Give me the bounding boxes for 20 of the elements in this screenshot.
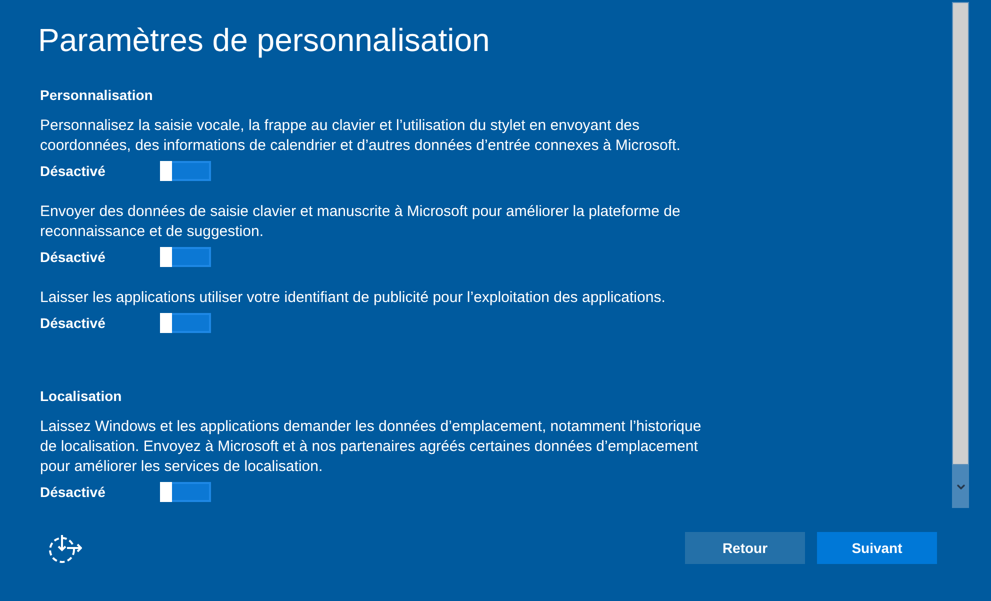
toggle-switch[interactable]	[160, 247, 211, 267]
dashed-circle-arrows-icon[interactable]	[48, 534, 82, 562]
scrollbar-thumb[interactable]	[952, 2, 969, 465]
toggle-state-label: Désactivé	[40, 248, 106, 267]
toggle-switch[interactable]	[160, 313, 211, 333]
toggle-state-label: Désactivé	[40, 314, 106, 333]
setting-description: Laisser les applications utiliser votre identifiant de publicité pour l’exploitation des applications.	[40, 288, 666, 308]
toggle-switch[interactable]	[160, 161, 211, 181]
next-button[interactable]: Suivant	[817, 532, 937, 564]
page-title: Paramètres de personnalisation	[38, 21, 490, 60]
setting-description: Envoyer des données de saisie clavier et manuscrite à Microsoft pour améliorer la plateforme de reconnaissance et de suggestion.	[40, 202, 682, 242]
section-heading: Localisation	[40, 387, 122, 406]
scroll-down-button[interactable]	[952, 465, 969, 508]
setting-description: Personnalisez la saisie vocale, la frappe au clavier et l’utilisation du stylet en envoyant des coordonnées, des informations de calendrier et d’autres données d’entrée connexes à Microsoft.	[40, 116, 682, 156]
section-heading: Personnalisation	[40, 86, 153, 105]
back-button[interactable]: Retour	[685, 532, 805, 564]
toggle-state-label: Désactivé	[40, 483, 106, 502]
toggle-state-label: Désactivé	[40, 162, 106, 181]
setting-description: Laissez Windows et les applications demander les données d’emplacement, notamment l’historique de localisation. Envoyez à Microsoft et à nos partenaires agréés certaines données d’emplacement pour améliorer les services de localisation.	[40, 417, 702, 477]
toggle-switch[interactable]	[160, 482, 211, 502]
